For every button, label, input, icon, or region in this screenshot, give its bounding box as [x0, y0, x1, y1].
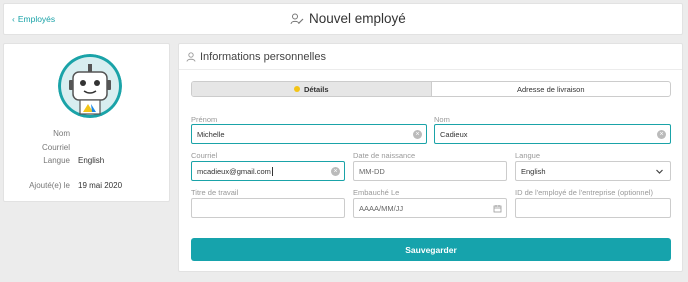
form-tabs: Détails Adresse de livraison — [191, 81, 671, 97]
email-label: Courriel — [191, 151, 218, 160]
clear-icon[interactable]: × — [413, 130, 422, 139]
language-select[interactable]: English — [515, 161, 671, 181]
save-button[interactable]: Sauvegarder — [191, 238, 671, 261]
profile-card: Nom Courriel Langue English Ajouté(e) le… — [3, 43, 170, 202]
active-dot-icon — [293, 86, 300, 92]
clear-icon[interactable]: × — [331, 167, 340, 176]
tab-shipping-address-label: Adresse de livraison — [516, 84, 585, 94]
hire-date-label: Embauché Le — [353, 188, 400, 197]
chevron-down-icon — [656, 169, 663, 174]
hire-date-field[interactable]: AAAA/MM/JJ — [353, 198, 507, 218]
clear-icon[interactable]: × — [657, 130, 666, 139]
language-value: English — [521, 166, 546, 176]
personal-info-card: Informations personnelles Détails Adress… — [178, 43, 683, 272]
first-name-value: Michelle — [197, 129, 225, 139]
profile-language-label: Langue — [43, 156, 70, 165]
user-edit-icon — [290, 13, 304, 24]
top-bar: ‹ Employés Nouvel employé — [3, 3, 683, 35]
back-link[interactable]: ‹ Employés — [12, 14, 55, 24]
back-link-label: Employés — [17, 14, 56, 24]
profile-email-label: Courriel — [41, 143, 70, 152]
employee-id-field[interactable] — [515, 198, 671, 218]
email-value: mcadieux@gmail.com — [197, 166, 271, 176]
email-field[interactable]: mcadieux@gmail.com × — [191, 161, 345, 181]
tab-details[interactable]: Détails — [192, 82, 432, 96]
avatar[interactable] — [58, 54, 122, 118]
first-name-label: Prénom — [191, 115, 218, 124]
birth-date-field[interactable]: MM-DD — [353, 161, 507, 181]
profile-added-label: Ajouté(e) le — [29, 181, 70, 190]
birth-date-placeholder: MM-DD — [359, 166, 385, 176]
user-icon — [186, 52, 196, 62]
tab-shipping-address[interactable]: Adresse de livraison — [432, 82, 671, 96]
text-cursor — [271, 166, 273, 176]
hire-date-placeholder: AAAA/MM/JJ — [359, 203, 404, 213]
profile-name-label: Nom — [53, 129, 70, 138]
section-title: Informations personnelles — [200, 51, 326, 63]
last-name-label: Nom — [434, 115, 450, 124]
section-divider — [179, 69, 682, 70]
last-name-field[interactable]: Cadieux × — [434, 124, 671, 144]
robot-avatar-icon — [58, 54, 122, 118]
last-name-value: Cadieux — [440, 129, 468, 139]
profile-added-value: 19 mai 2020 — [78, 181, 123, 190]
page-title-group: Nouvel employé — [290, 11, 406, 26]
job-title-label: Titre de travail — [191, 188, 239, 197]
page-title: Nouvel employé — [309, 11, 406, 26]
calendar-icon[interactable] — [493, 204, 502, 213]
first-name-field[interactable]: Michelle × — [191, 124, 427, 144]
employee-id-label: ID de l'employé de l'entreprise (optionn… — [515, 188, 653, 197]
section-header: Informations personnelles — [186, 51, 326, 63]
profile-language-value: English — [78, 156, 105, 165]
job-title-field[interactable] — [191, 198, 345, 218]
chevron-left-icon: ‹ — [12, 14, 15, 24]
language-label: Langue — [515, 151, 541, 160]
tab-details-label: Détails — [303, 84, 329, 94]
birth-date-label: Date de naissance — [353, 151, 416, 160]
